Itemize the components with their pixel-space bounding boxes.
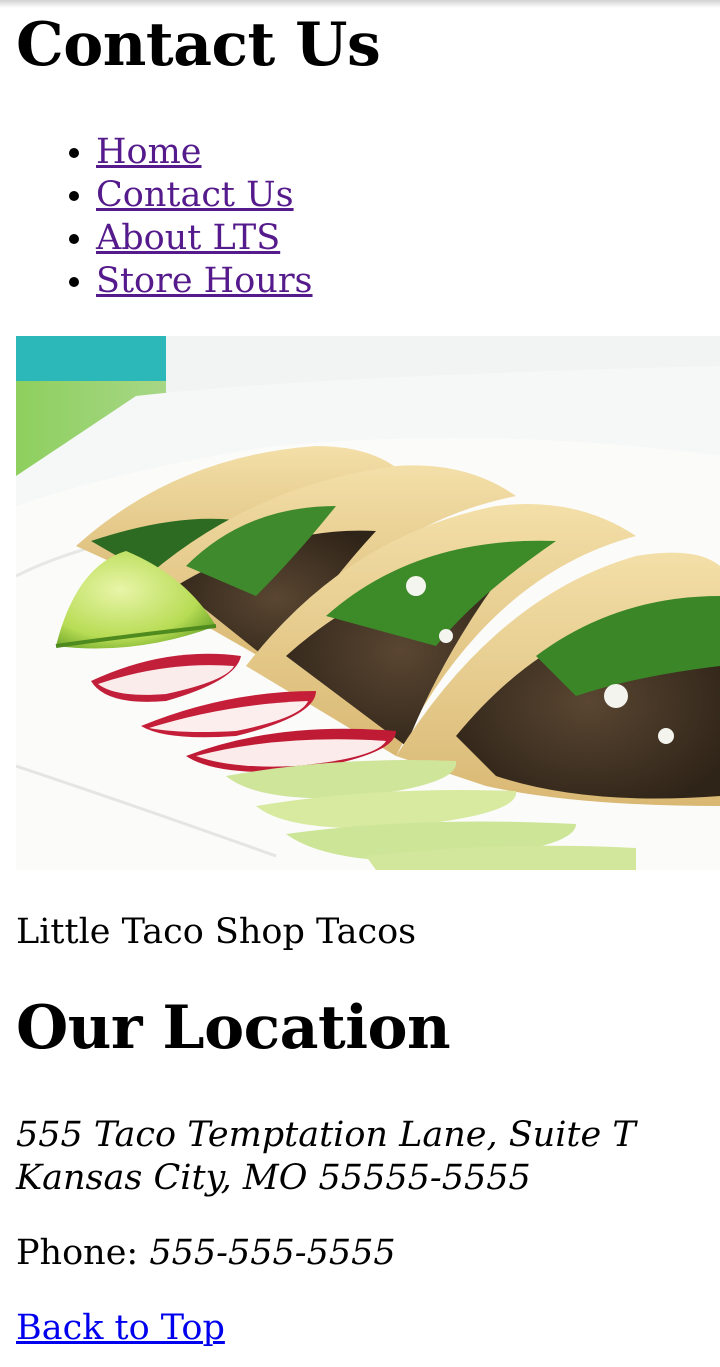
page-title: Contact Us <box>16 10 381 80</box>
contact-page: Contact Us Home Contact Us About LTS Sto… <box>0 0 720 1367</box>
phone-line: Phone: 555-555-5555 <box>16 1231 396 1275</box>
nav-link-contact-us[interactable]: Contact Us <box>96 175 294 215</box>
nav-link-store-hours[interactable]: Store Hours <box>96 261 313 301</box>
nav-link-home[interactable]: Home <box>96 132 202 172</box>
nav-item-about: About LTS <box>96 217 313 260</box>
address-line-2: Kansas City, MO 55555-5555 <box>16 1158 531 1198</box>
phone-number: 555-555-5555 <box>149 1233 396 1273</box>
top-shadow <box>0 0 720 8</box>
nav-item-home: Home <box>96 131 313 174</box>
phone-label: Phone: <box>16 1233 139 1273</box>
tacos-photo <box>16 336 720 870</box>
main-nav: Home Contact Us About LTS Store Hours <box>0 131 313 303</box>
store-address: 555 Taco Temptation Lane, Suite T Kansas… <box>16 1114 636 1200</box>
tacos-image <box>16 336 720 870</box>
nav-item-hours: Store Hours <box>96 260 313 303</box>
location-heading: Our Location <box>16 993 451 1063</box>
nav-item-contact: Contact Us <box>96 174 313 217</box>
photo-caption: Little Taco Shop Tacos <box>16 912 417 952</box>
back-to-top-link[interactable]: Back to Top <box>16 1306 225 1350</box>
address-line-1: 555 Taco Temptation Lane, Suite T <box>16 1115 636 1155</box>
nav-link-about-lts[interactable]: About LTS <box>96 218 280 258</box>
